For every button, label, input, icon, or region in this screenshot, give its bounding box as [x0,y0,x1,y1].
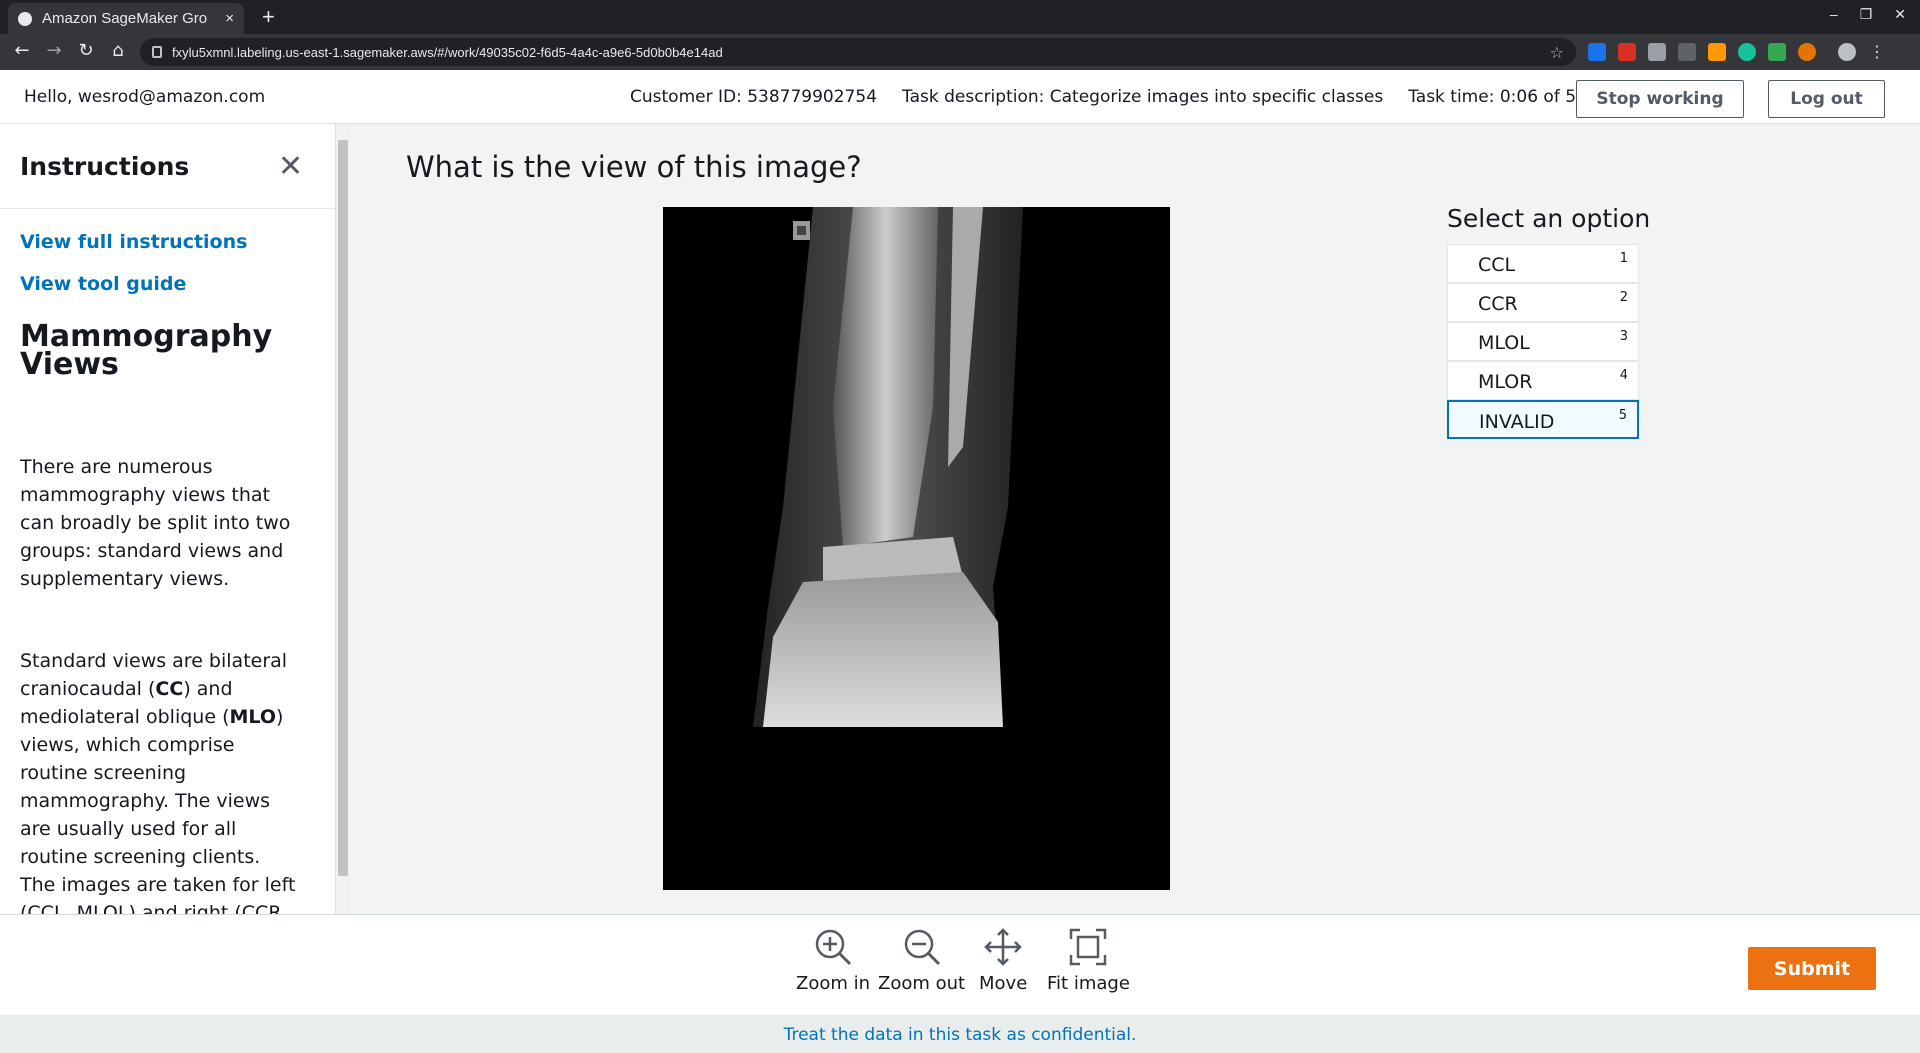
shortcut-key: 3 [1619,329,1628,344]
zoom-in-tool[interactable]: Zoom in [796,927,870,994]
view-tool-guide-link[interactable]: View tool guide [20,273,320,295]
option-ccl[interactable]: CCL 1 [1447,244,1639,283]
question-text: What is the view of this image? [406,150,862,184]
extension-icon[interactable] [1678,43,1696,61]
globe-icon [18,11,32,26]
move-label: Move [979,973,1028,994]
extension-icon[interactable] [1708,43,1726,61]
restore-icon[interactable]: ❐ [1860,6,1873,23]
zoom-out-tool[interactable]: Zoom out [878,927,965,994]
extension-icon[interactable] [1648,43,1666,61]
greeting: Hello, wesrod@amazon.com [24,87,266,107]
view-full-instructions-link[interactable]: View full instructions [20,231,320,253]
option-invalid[interactable]: INVALID 5 [1447,400,1639,439]
option-ccr[interactable]: CCR 2 [1447,283,1639,322]
task-info: Customer ID: 538779902754 Task descripti… [630,87,1612,107]
instructions-panel: Instructions ✕ View full instructions Vi… [0,124,336,914]
new-tab-button[interactable]: + [262,4,275,30]
zoom-out-label: Zoom out [878,973,966,994]
confidential-footer: Treat the data in this task as confident… [0,1015,1920,1053]
window-controls: – ❐ ✕ [1830,6,1906,23]
home-icon[interactable]: ⌂ [106,39,130,63]
browser-tab[interactable]: Amazon SageMaker Gro × [8,3,244,34]
customer-id: Customer ID: 538779902754 [630,87,878,107]
extension-icon[interactable] [1738,43,1756,61]
back-icon[interactable]: ← [10,39,34,63]
instructions-body: View full instructions View tool guide M… [0,209,320,914]
browser-tabbar: Amazon SageMaker Gro × + – ❐ ✕ [0,0,1920,34]
profile-avatar[interactable] [1838,43,1856,61]
extensions: ⋮ [1588,43,1886,61]
close-icon[interactable]: ✕ [278,152,303,182]
scrollbar-thumb[interactable] [338,140,348,876]
tab-title: Amazon SageMaker Gro [42,10,208,27]
extension-icon[interactable] [1768,43,1786,61]
bottom-toolbar: Zoom in Zoom out Move Fit image Submit [0,914,1920,1015]
extension-icon[interactable] [1618,43,1636,61]
shortcut-key: 2 [1619,290,1628,305]
fit-image-tool[interactable]: Fit image [1047,927,1130,994]
shortcut-key: 5 [1618,408,1627,423]
browser-toolbar: ← → ↻ ⌂ fxylu5xmnl.labeling.us-east-1.sa… [0,34,1920,70]
move-tool[interactable]: Move [979,927,1027,994]
move-icon [984,928,1022,966]
select-option-title: Select an option [1447,204,1651,233]
extension-icon[interactable] [1798,43,1816,61]
task-area: What is the view of this image? Select a… [350,124,1920,914]
reload-icon[interactable]: ↻ [74,39,98,63]
zoom-out-icon [904,929,940,966]
instructions-title: Instructions [20,152,190,181]
confidential-notice: Treat the data in this task as confident… [783,1025,1137,1045]
option-mlor[interactable]: MLOR 4 [1447,361,1639,400]
window-close-icon[interactable]: ✕ [1894,6,1906,23]
forward-icon[interactable]: → [42,39,66,63]
task-description: Task description: Categorize images into… [902,87,1384,107]
fit-image-label: Fit image [1047,973,1130,994]
zoom-in-label: Zoom in [796,973,871,994]
app-header: Hello, wesrod@amazon.com Customer ID: 53… [0,70,1920,124]
stop-working-button[interactable]: Stop working [1576,80,1744,118]
minimize-icon[interactable]: – [1830,6,1838,23]
url-text: fxylu5xmnl.labeling.us-east-1.sagemaker.… [172,44,723,60]
instructions-paragraph: There are numerous mammography views tha… [20,456,291,590]
shortcut-key: 1 [1619,251,1628,266]
bookmark-star-icon[interactable]: ☆ [1550,43,1564,62]
lock-icon [152,46,162,58]
address-bar[interactable]: fxylu5xmnl.labeling.us-east-1.sagemaker.… [140,38,1576,66]
tab-close-icon[interactable]: × [225,10,234,27]
instructions-header: Instructions ✕ [0,124,335,209]
zoom-in-icon [815,929,852,966]
instructions-heading: Mammography Views [20,319,273,382]
extension-icon[interactable] [1588,43,1606,61]
options-list: CCL 1 CCR 2 MLOL 3 MLOR 4 INVALID 5 [1447,244,1639,439]
submit-button[interactable]: Submit [1748,947,1876,990]
shortcut-key: 4 [1619,368,1628,383]
fit-image-icon [1070,928,1107,966]
instructions-paragraph: Standard views are bilateral craniocauda… [20,650,296,914]
browser-menu-icon[interactable]: ⋮ [1868,43,1886,61]
log-out-button[interactable]: Log out [1768,80,1885,118]
xray-image[interactable] [663,207,1170,890]
option-mlol[interactable]: MLOL 3 [1447,322,1639,361]
